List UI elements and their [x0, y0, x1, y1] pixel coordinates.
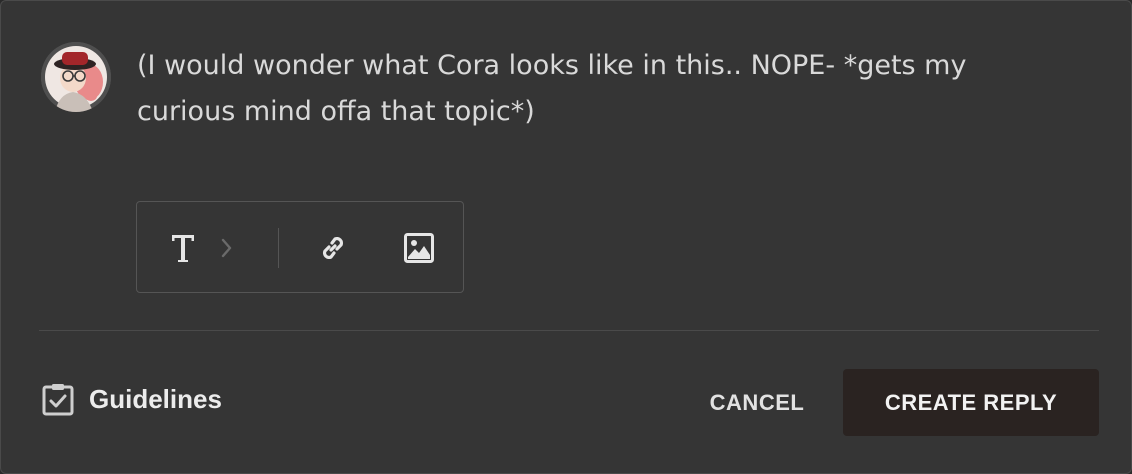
text-format-icon — [172, 235, 194, 262]
chevron-right-icon — [221, 238, 232, 258]
insert-link-button[interactable] — [313, 228, 353, 268]
reply-text[interactable]: (I would wonder what Cora looks like in … — [137, 43, 1087, 135]
reply-composer: (I would wonder what Cora looks like in … — [0, 0, 1132, 474]
guidelines-label: Guidelines — [89, 383, 222, 414]
guidelines-link[interactable]: Guidelines — [41, 379, 222, 419]
formatting-toolbar — [136, 201, 464, 293]
avatar — [41, 42, 111, 112]
image-icon — [404, 233, 434, 263]
text-format-button[interactable] — [163, 228, 203, 268]
link-icon — [322, 236, 344, 260]
text-format-expand-button[interactable] — [207, 228, 247, 268]
cancel-button[interactable]: CANCEL — [691, 369, 823, 436]
footer-divider — [39, 330, 1099, 331]
clipboard-check-icon — [42, 384, 74, 416]
toolbar-separator — [278, 228, 279, 268]
insert-image-button[interactable] — [399, 228, 439, 268]
create-reply-button[interactable]: CREATE REPLY — [843, 369, 1099, 436]
avatar-image — [41, 42, 111, 112]
